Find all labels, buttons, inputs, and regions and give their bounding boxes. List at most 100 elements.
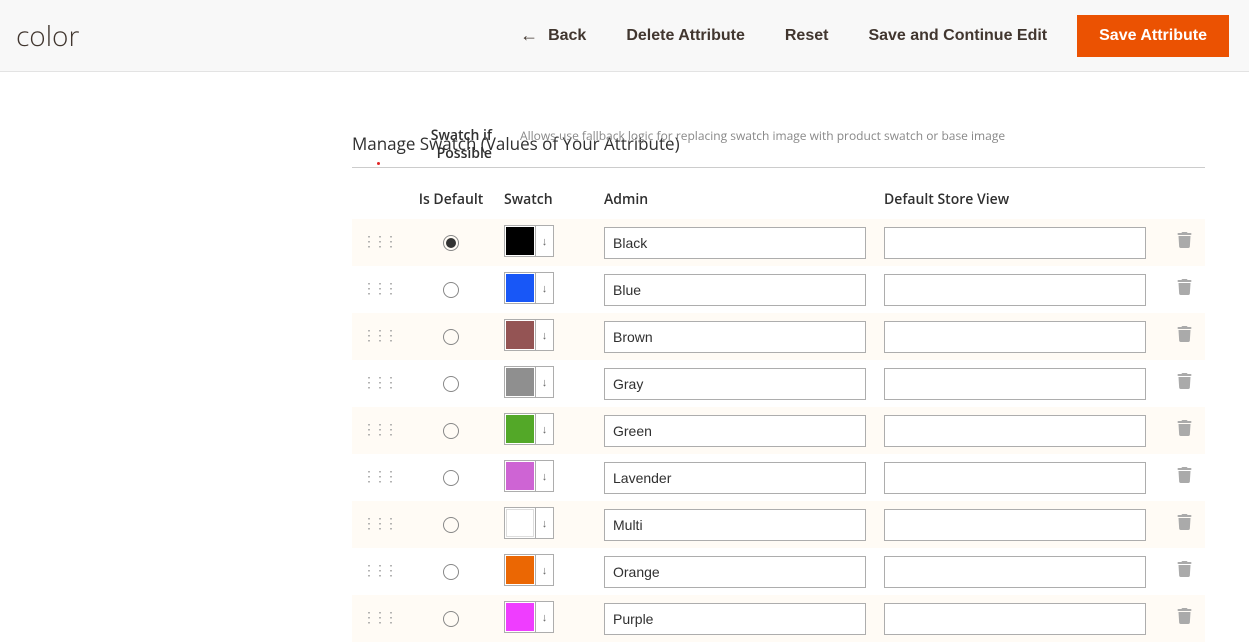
admin-value-input[interactable] (604, 227, 866, 259)
chevron-down-icon[interactable]: ↓ (535, 508, 553, 538)
swatch-picker[interactable]: ↓ (504, 460, 554, 492)
is-default-radio[interactable] (443, 235, 459, 251)
swatch-picker[interactable]: ↓ (504, 319, 554, 351)
swatch-picker[interactable]: ↓ (504, 272, 554, 304)
store-value-input[interactable] (884, 368, 1146, 400)
table-row: ↓ (352, 501, 1205, 548)
table-row: ↓ (352, 548, 1205, 595)
delete-row-button[interactable] (1177, 420, 1192, 441)
delete-row-button[interactable] (1177, 514, 1192, 535)
chevron-down-icon[interactable]: ↓ (535, 320, 553, 350)
store-value-input[interactable] (884, 321, 1146, 353)
drag-handle-icon[interactable] (362, 334, 375, 347)
delete-row-button[interactable] (1177, 232, 1192, 253)
swatch-color-icon (506, 227, 534, 255)
delete-row-button[interactable] (1177, 608, 1192, 629)
manage-swatch-section: Manage Swatch (Values of Your Attribute)… (352, 132, 1249, 642)
table-row: ↓ (352, 313, 1205, 360)
chevron-down-icon[interactable]: ↓ (535, 226, 553, 256)
page-title: color (16, 17, 79, 55)
admin-value-input[interactable] (604, 556, 866, 588)
chevron-down-icon[interactable]: ↓ (535, 555, 553, 585)
swatch-picker[interactable]: ↓ (504, 601, 554, 633)
reset-button[interactable]: Reset (765, 17, 849, 55)
store-value-input[interactable] (884, 603, 1146, 635)
trash-icon (1177, 373, 1192, 389)
chevron-down-icon[interactable]: ↓ (535, 461, 553, 491)
col-is-default: Is Default (398, 190, 504, 209)
swatch-color-icon (506, 321, 534, 349)
delete-row-button[interactable] (1177, 467, 1192, 488)
is-default-radio[interactable] (443, 282, 459, 298)
is-default-radio[interactable] (443, 517, 459, 533)
save-attribute-button[interactable]: Save Attribute (1077, 15, 1229, 57)
col-admin: Admin (604, 190, 884, 209)
delete-attribute-button[interactable]: Delete Attribute (606, 17, 765, 55)
table-body: ↓ ↓ ↓ ↓ ↓ ↓ ↓ ↓ ↓ (352, 219, 1205, 642)
admin-value-input[interactable] (604, 321, 866, 353)
chevron-down-icon[interactable]: ↓ (535, 602, 553, 632)
swatch-color-icon (506, 462, 534, 490)
store-value-input[interactable] (884, 556, 1146, 588)
store-value-input[interactable] (884, 227, 1146, 259)
trash-icon (1177, 608, 1192, 624)
is-default-radio[interactable] (443, 329, 459, 345)
table-row: ↓ (352, 266, 1205, 313)
back-button[interactable]: ← Back (500, 15, 606, 56)
drag-handle-icon[interactable] (362, 428, 375, 441)
is-default-radio[interactable] (443, 423, 459, 439)
drag-handle-icon[interactable] (362, 522, 375, 535)
save-continue-button[interactable]: Save and Continue Edit (848, 17, 1067, 55)
delete-row-button[interactable] (1177, 326, 1192, 347)
swatch-picker[interactable]: ↓ (504, 225, 554, 257)
store-value-input[interactable] (884, 509, 1146, 541)
col-swatch: Swatch (504, 190, 604, 209)
admin-value-input[interactable] (604, 462, 866, 494)
is-default-radio[interactable] (443, 611, 459, 627)
drag-handle-icon[interactable] (362, 240, 375, 253)
admin-value-input[interactable] (604, 368, 866, 400)
arrow-left-icon: ← (520, 25, 538, 46)
header-actions: ← Back Delete Attribute Reset Save and C… (500, 15, 1229, 57)
table-row: ↓ (352, 595, 1205, 642)
swatch-picker[interactable]: ↓ (504, 554, 554, 586)
drag-handle-icon[interactable] (362, 475, 375, 488)
delete-row-button[interactable] (1177, 279, 1192, 300)
drag-handle-icon[interactable] (362, 616, 375, 629)
admin-value-input[interactable] (604, 509, 866, 541)
chevron-down-icon[interactable]: ↓ (535, 414, 553, 444)
admin-value-input[interactable] (604, 603, 866, 635)
table-row: ↓ (352, 360, 1205, 407)
delete-row-button[interactable] (1177, 561, 1192, 582)
field-note: Allows use fallback logic for replacing … (520, 127, 1005, 144)
table-row: ↓ (352, 219, 1205, 266)
drag-handle-icon[interactable] (362, 569, 375, 582)
trash-icon (1177, 232, 1192, 248)
admin-value-input[interactable] (604, 415, 866, 447)
swatch-color-icon (506, 556, 534, 584)
page-header: color ← Back Delete Attribute Reset Save… (0, 0, 1249, 72)
swatch-picker[interactable]: ↓ (504, 366, 554, 398)
swatch-picker[interactable]: ↓ (504, 507, 554, 539)
is-default-radio[interactable] (443, 376, 459, 392)
swatch-color-icon (506, 274, 534, 302)
drag-handle-icon[interactable] (362, 381, 375, 394)
store-value-input[interactable] (884, 415, 1146, 447)
admin-value-input[interactable] (604, 274, 866, 306)
delete-row-button[interactable] (1177, 373, 1192, 394)
table-header: Is Default Swatch Admin Default Store Vi… (352, 184, 1205, 219)
field-label: Swatch if Possible (352, 127, 492, 163)
is-default-radio[interactable] (443, 564, 459, 580)
store-value-input[interactable] (884, 462, 1146, 494)
swatch-picker[interactable]: ↓ (504, 413, 554, 445)
chevron-down-icon[interactable]: ↓ (535, 367, 553, 397)
required-indicator-icon (377, 162, 380, 165)
trash-icon (1177, 326, 1192, 342)
is-default-radio[interactable] (443, 470, 459, 486)
store-value-input[interactable] (884, 274, 1146, 306)
chevron-down-icon[interactable]: ↓ (535, 273, 553, 303)
trash-icon (1177, 467, 1192, 483)
swatch-color-icon (506, 415, 534, 443)
table-row: ↓ (352, 454, 1205, 501)
drag-handle-icon[interactable] (362, 287, 375, 300)
